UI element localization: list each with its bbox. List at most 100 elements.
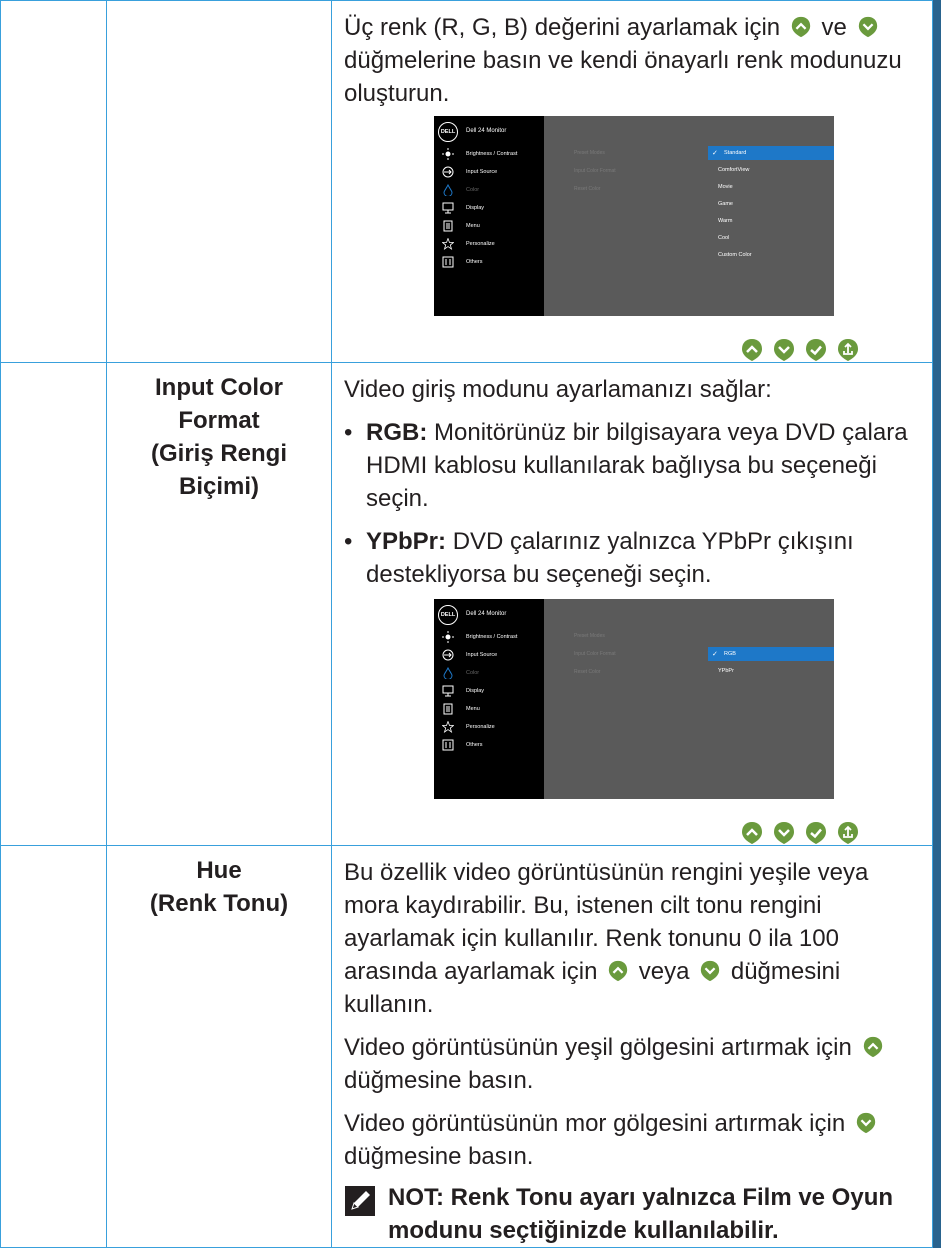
osd-menu-label: Personalize [466,241,495,247]
dell-logo: DELL [438,122,458,142]
up-button-icon [790,16,812,38]
setting-description-cell: Bu özellik video görüntüsünün rengini ye… [331,845,933,1248]
menu-icon [442,703,454,715]
osd-menu-label: Input Source [466,169,498,175]
osd-option-label: RGB [724,651,736,657]
osd-menu-label: Menu [466,706,480,712]
description-paragraph: Üç renk (R, G, B) değerini ayarlamak içi… [344,1,918,110]
down-button-icon [855,1112,877,1134]
text-span: ve [821,14,847,41]
osd-submenu-item: Input Color Format [574,651,616,657]
text-span: düğmelerine basın ve kendi önayarlı renk… [344,47,902,107]
osd-option: Cool [718,235,730,241]
setting-label: Input Color Format (Giriş Rengi Biçimi) [107,363,331,503]
osd-menu-label: Color [466,187,480,193]
empty-cell [0,845,107,1248]
text-span: Video görüntüsünün yeşil gölgesini artır… [344,1034,852,1061]
text-span: Video görüntüsünün mor gölgesini artırma… [344,1110,846,1137]
osd-screenshot: DELL Dell 24 Monitor Brightness / Contra… [434,116,834,316]
osd-menu-label: Display [466,205,485,211]
osd-option: Movie [718,184,733,190]
osd-menu-label: Input Source [466,652,498,658]
list-item-term: YPbPr: [366,528,447,555]
osd-submenu-item: Reset Color [574,669,601,675]
note-text: NOT: Renk Tonu ayarı yalnızca Film ve Oy… [388,1184,894,1244]
osd-menu-item-menu: Menu [442,218,542,234]
list-item-term: RGB: [366,419,428,446]
osd-menu-item-personalize: Personalize [442,719,542,735]
osd-menu-item-personalize: Personalize [442,236,542,252]
osd-option-label: Standard [724,150,747,156]
list-item-text: YPbPr: DVD çalarınız yalnızca YPbPr çıkı… [366,525,918,591]
label-line: (Giriş Rengi [150,440,288,467]
settings-table: Üç renk (R, G, B) değerini ayarlamak içi… [0,0,933,1248]
others-icon [442,739,454,751]
osd-option-selected: ✓ Standard [708,146,834,160]
color-drop-icon [442,667,454,679]
label-line: Input Color [155,374,283,401]
others-icon [442,256,454,268]
list-item: • YPbPr: DVD çalarınız yalnızca YPbPr çı… [344,525,918,591]
osd-submenu-item: Reset Color [574,186,601,192]
table-row: Üç renk (R, G, B) değerini ayarlamak içi… [0,0,933,363]
setting-label-cell: Hue (Renk Tonu) [106,845,332,1248]
menu-icon [442,220,454,232]
list-item-text: RGB: Monitörünüz bir bilgisayara veya DV… [366,416,918,515]
osd-menu-item-menu: Menu [442,701,542,717]
osd-option: ComfortView [718,167,750,173]
down-button-icon [699,960,721,982]
empty-cell [0,0,107,363]
description-paragraph: Video giriş modunu ayarlamanızı sağlar: [344,376,772,403]
osd-submenu-item: Preset Modes [574,633,605,639]
down-button-icon [772,338,796,362]
up-button-icon [607,960,629,982]
osd-submenu-item: Preset Modes [574,150,605,156]
label-line: Biçimi) [178,473,259,500]
osd-title: Dell 24 Monitor [466,611,507,617]
osd-screenshot: DELL Dell 24 Monitor Brightness / Contra… [434,599,834,799]
display-icon [442,685,454,697]
description-paragraph: Video görüntüsünün mor gölgesini artırma… [344,1107,918,1173]
osd-menu-item-brightness: Brightness / Contrast [442,629,542,645]
osd-option: Game [718,201,733,207]
osd-menu-item-input-source: Input Source [442,647,542,663]
star-icon [442,721,454,733]
input-source-icon [442,649,454,661]
osd-title: Dell 24 Monitor [466,128,507,134]
label-line: Format [178,407,260,434]
monitor-button-row [344,338,918,362]
star-icon [442,238,454,250]
setting-label-cell: Input Color Format (Giriş Rengi Biçimi) [106,362,332,846]
osd-option: Custom Color [718,252,752,258]
check-icon: ✓ [712,150,718,157]
input-source-icon [442,166,454,178]
osd-menu-item-input-source: Input Source [442,164,542,180]
osd-submenu-item: Input Color Format [574,168,616,174]
check-icon: ✓ [712,651,718,658]
osd-menu-label: Color [466,670,480,676]
setting-description-cell: Üç renk (R, G, B) değerini ayarlamak içi… [331,0,933,363]
down-button-icon [772,821,796,845]
osd-menu-item-display: Display [442,200,542,216]
brightness-icon [442,631,454,643]
bullet-dot: • [344,528,353,555]
empty-cell [0,362,107,846]
osd-menu-item-others: Others [442,254,542,270]
osd-menu-label: Menu [466,223,480,229]
osd-menu-label: Personalize [466,724,495,730]
dell-logo: DELL [438,605,458,625]
text-span: veya [638,958,690,985]
exit-button-icon [836,821,860,845]
monitor-button-row [344,821,918,845]
list-item-body: Monitörünüz bir bilgisayara veya DVD çal… [366,419,908,512]
up-button-icon [740,821,764,845]
label-line: (Renk Tonu) [149,890,289,917]
down-button-icon [857,16,879,38]
text-span: düğmesine basın. [344,1067,534,1094]
table-row: Hue (Renk Tonu) Bu özellik video görüntü… [0,845,933,1248]
osd-option: Warm [718,218,733,224]
check-button-icon [804,821,828,845]
brightness-icon [442,148,454,160]
description-paragraph: Video görüntüsünün yeşil gölgesini artır… [344,1031,918,1097]
up-button-icon [862,1036,884,1058]
